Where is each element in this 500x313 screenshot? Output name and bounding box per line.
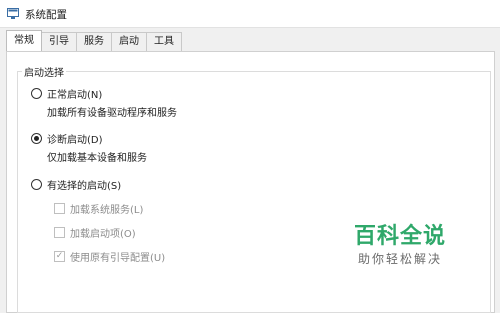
checkbox-box[interactable] bbox=[54, 203, 65, 214]
tab-services[interactable]: 服务 bbox=[76, 32, 112, 51]
checkmark-icon: ✓ bbox=[55, 251, 64, 261]
watermark-subtitle: 助你轻松解决 bbox=[357, 252, 442, 266]
normal-startup-radio[interactable]: 正常启动(N) bbox=[31, 86, 102, 101]
diagnostic-startup-description: 仅加载基本设备和服务 bbox=[47, 153, 147, 164]
load-startup-items-checkbox[interactable]: 加载启动项(O) bbox=[54, 225, 136, 240]
checkbox-box[interactable] bbox=[54, 227, 65, 238]
msconfig-icon bbox=[7, 8, 19, 19]
radio-selected-dot bbox=[34, 136, 39, 141]
tab-general[interactable]: 常规 bbox=[6, 30, 42, 51]
diagnostic-startup-label: 诊断启动(D) bbox=[47, 135, 103, 146]
load-startup-items-label: 加载启动项(O) bbox=[70, 229, 136, 240]
selective-startup-label: 有选择的启动(S) bbox=[47, 181, 122, 192]
tab-strip: 常规 引导 服务 启动 工具 bbox=[6, 30, 182, 51]
load-system-services-label: 加载系统服务(L) bbox=[70, 205, 144, 216]
watermark: 百科全说 助你轻松解决 bbox=[340, 224, 460, 267]
normal-startup-description: 加载所有设备驱动程序和服务 bbox=[47, 108, 177, 119]
load-system-services-checkbox[interactable]: 加载系统服务(L) bbox=[54, 201, 143, 216]
checkbox-box[interactable]: ✓ bbox=[54, 251, 65, 262]
selective-startup-radio[interactable]: 有选择的启动(S) bbox=[31, 177, 121, 192]
window-title: 系统配置 bbox=[25, 9, 67, 21]
watermark-title: 百科全说 bbox=[353, 224, 446, 249]
tab-tools[interactable]: 工具 bbox=[146, 32, 182, 51]
use-original-boot-config-label: 使用原有引导配置(U) bbox=[70, 253, 166, 264]
diagnostic-startup-radio[interactable]: 诊断启动(D) bbox=[31, 131, 103, 146]
startup-selection-legend: 启动选择 bbox=[22, 64, 66, 79]
normal-startup-label: 正常启动(N) bbox=[47, 90, 103, 101]
title-bar: 系统配置 bbox=[0, 0, 500, 28]
use-original-boot-config-checkbox[interactable]: ✓ 使用原有引导配置(U) bbox=[54, 249, 165, 264]
radio-indicator[interactable] bbox=[31, 179, 42, 190]
radio-indicator[interactable] bbox=[31, 88, 42, 99]
tab-startup[interactable]: 启动 bbox=[111, 32, 147, 51]
tab-boot[interactable]: 引导 bbox=[41, 32, 77, 51]
radio-indicator[interactable] bbox=[31, 133, 42, 144]
